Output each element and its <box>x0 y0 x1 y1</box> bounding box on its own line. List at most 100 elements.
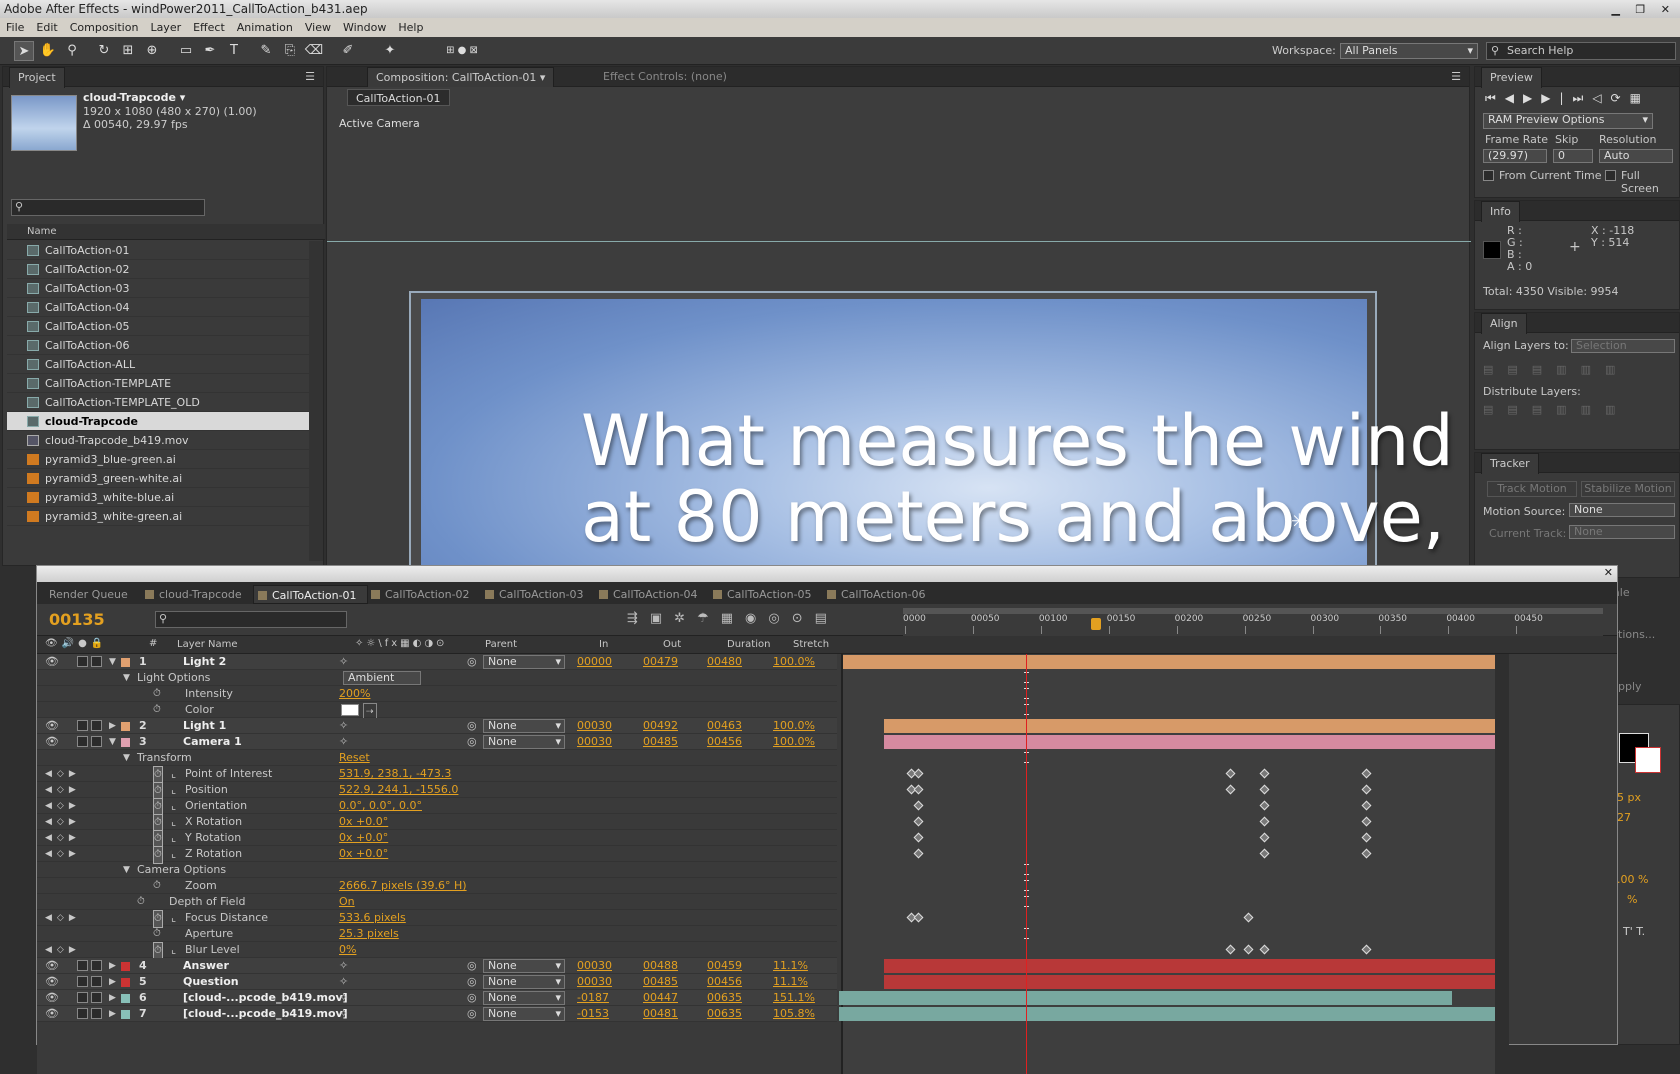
preview-transport-controls[interactable]: ⏮◀▶▶|⏭◁⟳▦ <box>1485 91 1650 106</box>
out-value[interactable]: 00447 <box>643 990 678 1006</box>
clone-stamp-icon[interactable]: ⎘ <box>280 41 300 61</box>
property-row[interactable]: ◀◇▶ ⏱ ⌞ Point of Interest 531.9, 238.1, -473… <box>37 766 837 784</box>
graph-editor-icon[interactable]: ⌞ <box>171 846 176 862</box>
keyframe-navigator[interactable]: ◀◇▶ <box>45 814 81 830</box>
resolution-select[interactable]: Auto <box>1599 149 1673 163</box>
stretch-value[interactable]: 151.1% <box>773 990 815 1006</box>
visibility-eye-icon[interactable]: 👁 <box>45 734 59 750</box>
stopwatch-icon[interactable]: ⏱ <box>153 878 161 894</box>
workspace-select[interactable]: All Panels ▾ <box>1340 43 1478 59</box>
timeline-switch-buttons[interactable]: ⇶▣✲☂▦◉◎⊙▤ <box>627 611 839 626</box>
keyframe-marker[interactable] <box>913 816 924 827</box>
project-item[interactable]: CallToAction-04 <box>7 298 309 317</box>
stretch-value[interactable]: 100.0% <box>773 734 815 750</box>
property-value[interactable]: 533.6 pixels <box>339 910 406 926</box>
property-value[interactable]: 200% <box>339 686 370 702</box>
expand-arrow-icon[interactable]: ▶ <box>109 958 116 974</box>
project-item[interactable]: CallToAction-02 <box>7 260 309 279</box>
project-item[interactable]: CallToAction-ALL <box>7 355 309 374</box>
property-value[interactable]: 522.9, 244.1, -1556.0 <box>339 782 458 798</box>
parent-select[interactable]: None ▾ <box>483 959 565 973</box>
layer-duration-bar[interactable] <box>839 991 1452 1005</box>
layer-switches[interactable]: ✧ <box>339 654 348 670</box>
keyframe-navigator[interactable]: ◀◇▶ <box>45 798 81 814</box>
out-value[interactable]: 00492 <box>643 718 678 734</box>
comp-subtab[interactable]: CallToAction-01 <box>347 89 450 106</box>
expand-arrow-icon[interactable]: ▼ <box>109 734 116 750</box>
panel-menu-icon[interactable]: ☰ <box>1451 67 1461 87</box>
layer-switches[interactable]: ✧ <box>339 1006 348 1022</box>
expand-arrow-icon[interactable]: ▼ <box>123 670 130 686</box>
light-type-select[interactable]: Ambient <box>343 671 421 685</box>
layer-row[interactable]: 👁 ▶ 6 [cloud-...pcode_b419.mov] ✧ ◎ None ▾ -0187… <box>37 990 837 1006</box>
keyframe-navigator[interactable]: ◀◇▶ <box>45 766 81 782</box>
parent-select[interactable]: None ▾ <box>483 991 565 1005</box>
keyframe-marker[interactable] <box>1225 784 1236 795</box>
project-item[interactable]: CallToAction-03 <box>7 279 309 298</box>
keyframe-marker[interactable] <box>1361 832 1372 843</box>
property-value[interactable]: 0x +0.0° <box>339 846 388 862</box>
pickwhip-icon[interactable]: ◎ <box>467 974 477 990</box>
property-row[interactable]: ◀◇▶ ⏱ ⌞ X Rotation 0x +0.0° <box>37 814 837 832</box>
switch-box[interactable] <box>77 1008 88 1019</box>
tab-info[interactable]: Info <box>1481 201 1520 222</box>
layer-switches[interactable]: ✧ <box>339 718 348 734</box>
window-controls[interactable]: ▁ ❐ ✕ <box>1611 1 1676 19</box>
visibility-eye-icon[interactable]: 👁 <box>45 718 59 734</box>
switch-box[interactable] <box>91 1008 102 1019</box>
project-item[interactable]: CallToAction-06 <box>7 336 309 355</box>
time-ruler[interactable]: 0000 00050 00100 00150 00200 00250 00300 00350 0… <box>903 604 1603 636</box>
timeline-tab[interactable]: CallToAction-06 <box>823 585 926 604</box>
timeline-scrollbar[interactable] <box>1495 654 1509 1074</box>
switch-box[interactable] <box>91 976 102 987</box>
keyframe-marker[interactable] <box>1243 912 1254 923</box>
expand-arrow-icon[interactable]: ▼ <box>109 654 116 670</box>
eraser-tool-icon[interactable]: ⌫ <box>304 41 324 61</box>
keyframe-marker[interactable] <box>1361 800 1372 811</box>
playhead-line[interactable] <box>1026 654 1028 1074</box>
parent-select[interactable]: None ▾ <box>483 719 565 733</box>
layer-name-column[interactable]: Layer Name <box>177 639 238 650</box>
stretch-value[interactable]: 11.1% <box>773 974 808 990</box>
layer-name[interactable]: Light 1 <box>183 718 226 734</box>
project-search-input[interactable]: ⚲ <box>11 199 205 216</box>
timeline-tab[interactable]: CallToAction-05 <box>709 585 812 604</box>
property-row[interactable]: ◀◇▶ ⏱ ⌞ Orientation 0.0°, 0.0°, 0.0° <box>37 798 837 816</box>
pickwhip-icon[interactable]: ◎ <box>467 1006 477 1022</box>
keyframe-marker[interactable] <box>1259 944 1270 955</box>
stopwatch-icon[interactable]: ⏱ <box>153 702 161 718</box>
project-scrollbar[interactable] <box>309 241 323 561</box>
property-row[interactable]: ▼ Camera Options <box>37 862 837 878</box>
property-value[interactable]: 0.0°, 0.0°, 0.0° <box>339 798 422 814</box>
keyframe-marker[interactable] <box>1259 848 1270 859</box>
layer-switches[interactable]: ✧ <box>339 990 348 1006</box>
timeline-tab[interactable]: Render Queue <box>43 585 128 604</box>
distribute-buttons[interactable]: ▤▤▤▥▥▥ <box>1483 403 1629 416</box>
current-timecode[interactable]: 00135 <box>49 610 105 629</box>
rotate-tool-icon[interactable]: ↻ <box>94 41 114 61</box>
layer-name[interactable]: Question <box>183 974 239 990</box>
leading-value[interactable]: 5 px <box>1617 791 1641 804</box>
label-color-swatch[interactable] <box>121 658 130 667</box>
color-swatch[interactable] <box>341 704 359 716</box>
graph-editor-icon[interactable]: ⌞ <box>171 942 176 958</box>
label-color-swatch[interactable] <box>121 994 130 1003</box>
property-value[interactable]: Reset <box>339 750 370 766</box>
switch-box[interactable] <box>77 656 88 667</box>
pickwhip-icon[interactable]: ◎ <box>467 718 477 734</box>
layer-row[interactable]: 👁 ▶ 7 [cloud-...pcode_b419.mov] ✧ ◎ None ▾ -0153… <box>37 1006 837 1022</box>
property-row[interactable]: ▼ Transform Reset <box>37 750 837 766</box>
layer-duration-bar[interactable] <box>883 975 1495 989</box>
hand-tool-icon[interactable]: ✋ <box>38 41 58 61</box>
label-color-swatch[interactable] <box>121 962 130 971</box>
expand-arrow-icon[interactable]: ▶ <box>109 718 116 734</box>
project-item[interactable]: CallToAction-01 <box>7 241 309 260</box>
keyframe-marker[interactable] <box>1361 784 1372 795</box>
keyframe-marker[interactable] <box>1361 768 1372 779</box>
property-row[interactable]: ⏱ Depth of Field On <box>37 894 837 910</box>
menu-composition[interactable]: Composition <box>64 18 145 37</box>
keyframe-navigator[interactable]: ◀◇▶ <box>45 782 81 798</box>
timeline-tab[interactable]: CallToAction-02 <box>367 585 470 604</box>
layer-row[interactable]: 👁 ▶ 5 Question ✧ ◎ None ▾ 00030 00485 00456 11.1% <box>37 974 837 990</box>
switch-box[interactable] <box>91 656 102 667</box>
